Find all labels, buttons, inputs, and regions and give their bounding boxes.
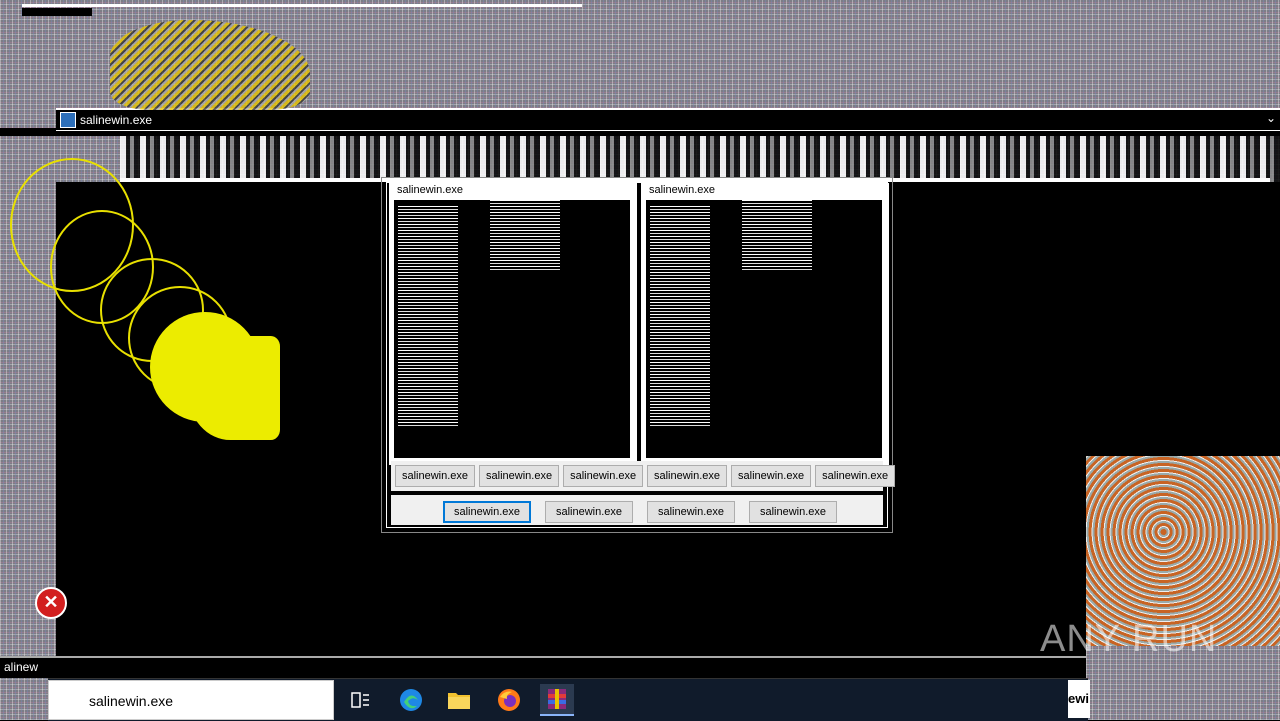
yellow-shape — [188, 336, 280, 440]
salinewin-dialog: salinewin.exe salinewin.exe salinewin.ex… — [381, 177, 896, 533]
glitch-line — [22, 8, 92, 16]
dialog-button[interactable]: salinewin.exe — [395, 465, 476, 487]
task-view-icon[interactable] — [344, 684, 378, 716]
dialog-button[interactable]: salinewin.exe — [479, 465, 560, 487]
dialog-button[interactable]: salinewin.exe — [815, 465, 896, 487]
taskbar-search-box[interactable] — [48, 680, 334, 720]
glitch-text — [650, 206, 710, 426]
dialog-pane-right: salinewin.exe — [641, 183, 889, 465]
error-icon: ✕ — [35, 587, 67, 619]
app-icon — [60, 112, 76, 128]
glitch-text — [742, 200, 812, 270]
dialog-button[interactable]: salinewin.exe — [647, 465, 728, 487]
button-row-right: salinewin.exe salinewin.exe salinewin.ex… — [647, 465, 896, 487]
glitch-text — [490, 200, 560, 270]
default-button[interactable]: salinewin.exe — [443, 501, 531, 523]
edge-icon[interactable] — [394, 684, 428, 716]
dialog-button[interactable]: salinewin.exe — [647, 501, 735, 523]
main-window-titlebar[interactable]: salinewin.exe ⌄ — [56, 108, 1280, 131]
firefox-icon[interactable] — [492, 684, 526, 716]
glitch-strip — [120, 136, 1280, 182]
dialog-title: salinewin.exe — [389, 183, 637, 197]
dialog-pane-left: salinewin.exe — [389, 183, 637, 465]
taskbar-clock-fragment: ewi — [1068, 680, 1090, 718]
dialog-button[interactable]: salinewin.exe — [749, 501, 837, 523]
glitch-text — [398, 206, 458, 426]
chevron-down-icon[interactable]: ⌄ — [1266, 111, 1276, 125]
window-title: salinewin.exe — [80, 113, 153, 127]
dialog-button[interactable]: salinewin.exe — [563, 465, 644, 487]
dialog-pane-content — [645, 199, 883, 459]
search-input[interactable] — [87, 689, 331, 713]
glitch-line — [22, 4, 582, 7]
button-row-bottom: salinewin.exe salinewin.exe salinewin.ex… — [443, 501, 837, 523]
watermark-logo: ANY RUN — [1040, 618, 1218, 660]
window-caption-fragment: alinew — [4, 660, 39, 674]
dialog-pane-content — [393, 199, 631, 459]
main-window-body-right — [1086, 182, 1280, 456]
dialog-title: salinewin.exe — [641, 183, 889, 197]
winrar-icon[interactable] — [540, 684, 574, 716]
dialog-button[interactable]: salinewin.exe — [545, 501, 633, 523]
button-row-left: salinewin.exe salinewin.exe salinewin.ex… — [395, 465, 644, 487]
dialog-button[interactable]: salinewin.exe — [731, 465, 812, 487]
status-strip — [0, 656, 1086, 678]
file-explorer-icon[interactable] — [442, 684, 476, 716]
